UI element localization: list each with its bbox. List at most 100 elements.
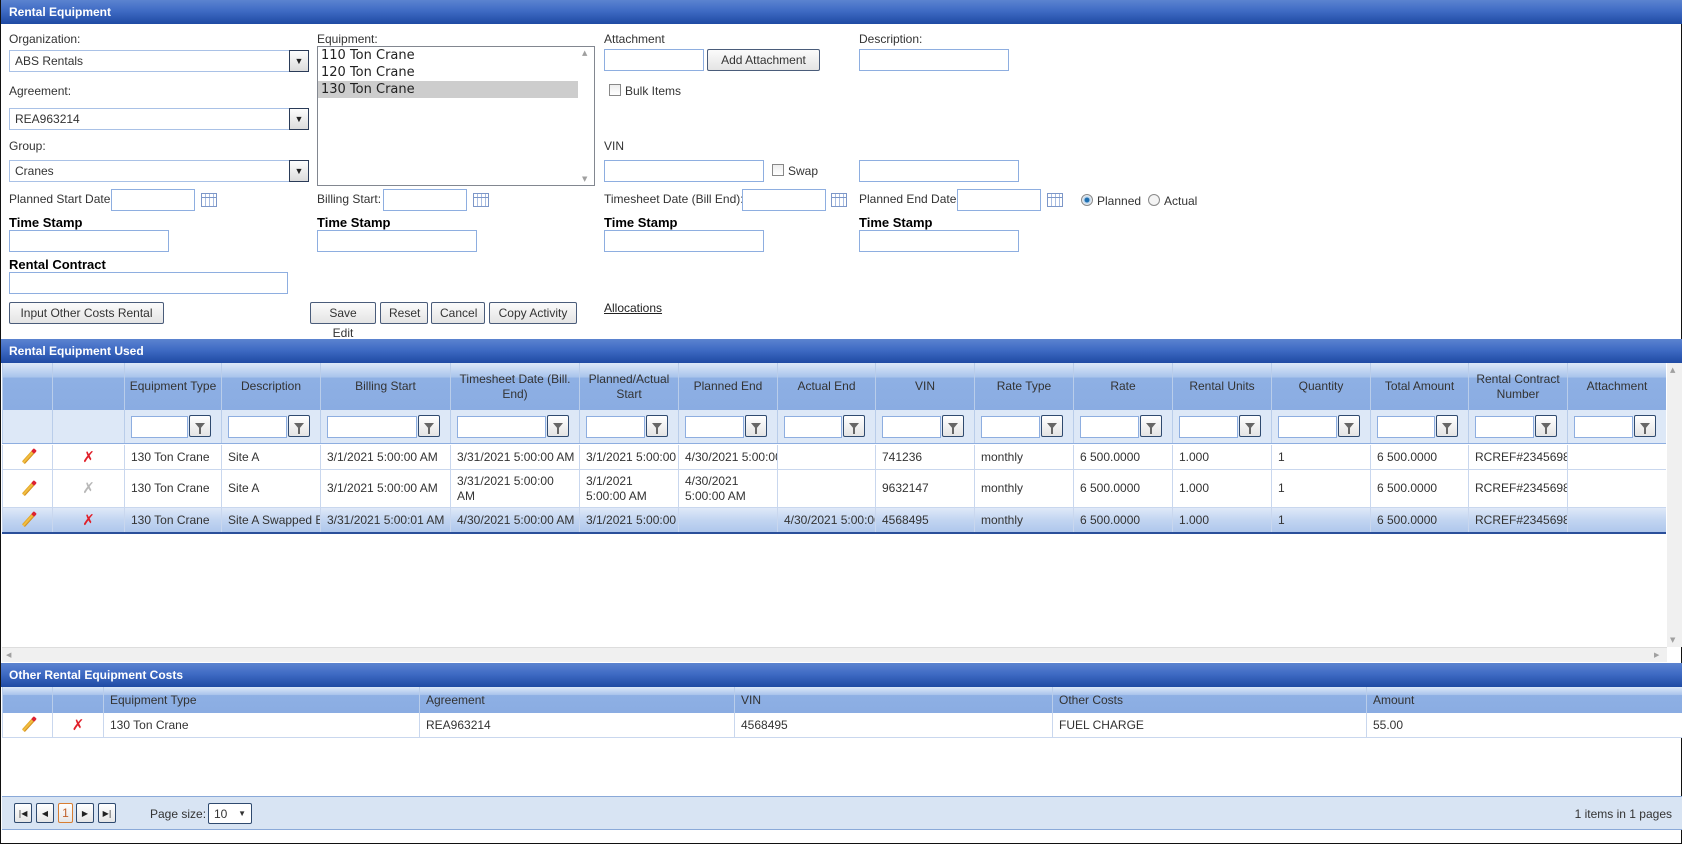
next-page-button[interactable]: ▶ [76,803,94,823]
column-header[interactable]: Planned End [678,363,777,410]
column-header[interactable]: Rental Units [1172,363,1271,410]
filter-input[interactable] [1377,416,1435,438]
filter-button[interactable] [547,415,569,437]
agreement-select[interactable]: REA963214 ▼ [9,108,309,130]
time-stamp-input-2[interactable] [317,230,477,252]
column-header[interactable]: Total Amount [1370,363,1468,410]
vin-input[interactable] [604,160,764,182]
table-row[interactable]: ✗ 130 Ton Crane Site A Swapped E 3/31/2021 … [2,508,1666,534]
equipment-listbox[interactable]: 110 Ton Crane 120 Ton Crane 130 Ton Cran… [317,46,595,186]
reset-button[interactable]: Reset [380,302,428,324]
swap-checkbox[interactable] [772,164,784,176]
chevron-down-icon[interactable]: ▼ [289,50,309,72]
column-header[interactable]: Actual End [777,363,875,410]
scroll-up-icon[interactable]: ▲ [582,49,587,57]
planned-radio[interactable] [1081,194,1093,206]
column-header[interactable]: Equipment Type [124,363,221,410]
delete-x-icon[interactable]: ✗ [82,512,95,528]
column-header[interactable]: Rental Contract Number [1468,363,1567,410]
main-grid-horizontal-scrollbar[interactable]: ◀ ▶ [2,647,1667,662]
main-grid-vertical-scrollbar[interactable]: ▲ ▼ [1667,363,1682,647]
pencil-icon[interactable] [20,512,36,528]
prev-page-button[interactable]: ◀ [36,803,54,823]
last-page-button[interactable]: ▶| [98,803,116,823]
group-select[interactable]: Cranes ▼ [9,160,309,182]
column-header[interactable]: Quantity [1271,363,1370,410]
edit-cell[interactable] [2,445,52,469]
column-header[interactable]: Timesheet Date (Bill. End) [450,363,579,410]
table-row[interactable]: ✗ 130 Ton Crane REA963214 4568495 FUEL CHARG… [2,713,1682,738]
equipment-option[interactable]: 110 Ton Crane [318,47,594,64]
attachment-input[interactable] [604,49,704,71]
timesheet-date-input[interactable] [742,189,826,211]
copy-activity-button[interactable]: Copy Activity [489,302,577,324]
filter-input[interactable] [981,416,1040,438]
current-page-button[interactable]: 1 [58,803,73,823]
chevron-down-icon[interactable]: ▼ [238,804,246,824]
filter-button[interactable] [1239,415,1261,437]
filter-button[interactable] [1140,415,1162,437]
column-header[interactable]: Rate [1073,363,1172,410]
page-size-select[interactable]: 10 ▼ [208,803,252,824]
filter-input[interactable] [1080,416,1139,438]
calendar-icon[interactable] [473,193,489,207]
filter-input[interactable] [1278,416,1337,438]
add-attachment-button[interactable]: Add Attachment [707,49,820,71]
column-header[interactable]: Attachment [1567,363,1666,410]
filter-button[interactable] [288,415,310,437]
allocations-link[interactable]: Allocations [604,301,662,315]
edit-cell[interactable] [2,508,52,532]
description-input-2[interactable] [859,160,1019,182]
delete-cell[interactable]: ✗ [52,445,124,469]
equipment-list-scrollbar[interactable]: ▲ ▼ [578,47,594,185]
filter-input[interactable] [1574,416,1633,438]
delete-x-icon[interactable]: ✗ [72,717,85,733]
filter-button[interactable] [1535,415,1557,437]
planned-start-date-input[interactable] [111,189,195,211]
billing-start-input[interactable] [383,189,467,211]
filter-button[interactable] [646,415,668,437]
calendar-icon[interactable] [201,193,217,207]
column-header[interactable]: VIN [875,363,974,410]
time-stamp-input-1[interactable] [9,230,169,252]
table-row[interactable]: ✗ 130 Ton Crane Site A 3/1/2021 5:00:00 AM 3… [2,445,1666,470]
pencil-icon[interactable] [20,717,36,733]
filter-button[interactable] [942,415,964,437]
filter-input[interactable] [457,416,546,438]
pencil-icon[interactable] [20,481,36,497]
filter-button[interactable] [745,415,767,437]
time-stamp-input-3[interactable] [604,230,764,252]
filter-button[interactable] [418,415,440,437]
calendar-icon[interactable] [831,193,847,207]
bulk-items-checkbox[interactable] [609,84,621,96]
chevron-down-icon[interactable]: ▼ [289,160,309,182]
column-header[interactable]: Planned/Actual Start [579,363,678,410]
planned-end-date-input[interactable] [957,189,1041,211]
filter-input[interactable] [1475,416,1534,438]
filter-input[interactable] [327,416,417,438]
input-other-costs-rental-button[interactable]: Input Other Costs Rental [9,302,164,324]
pencil-icon[interactable] [20,449,36,465]
filter-input[interactable] [784,416,842,438]
organization-select[interactable]: ABS Rentals ▼ [9,50,309,72]
delete-x-icon[interactable]: ✗ [82,449,95,465]
rental-contract-input[interactable] [9,272,288,294]
cancel-button[interactable]: Cancel [431,302,485,324]
filter-button[interactable] [1338,415,1360,437]
filter-input[interactable] [685,416,744,438]
filter-input[interactable] [1179,416,1238,438]
filter-button[interactable] [1634,415,1656,437]
filter-input[interactable] [882,416,941,438]
column-header[interactable]: Description [221,363,320,410]
filter-input[interactable] [586,416,645,438]
filter-button[interactable] [1436,415,1458,437]
table-row[interactable]: ✗ 130 Ton Crane Site A 3/1/2021 5:00:00 AM 3… [2,470,1666,508]
filter-button[interactable] [189,415,211,437]
scroll-up-icon[interactable]: ▲ [1670,366,1675,374]
filter-button[interactable] [1041,415,1063,437]
delete-cell[interactable]: ✗ [52,713,103,737]
scroll-down-icon[interactable]: ▼ [1670,636,1675,644]
first-page-button[interactable]: |◀ [14,803,32,823]
time-stamp-input-4[interactable] [859,230,1019,252]
calendar-icon[interactable] [1047,193,1063,207]
